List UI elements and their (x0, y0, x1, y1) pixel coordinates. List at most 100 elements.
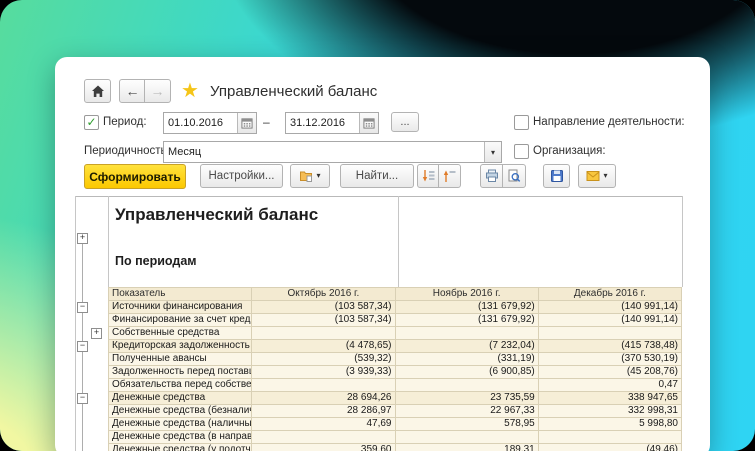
settings-button[interactable]: Настройки... (200, 164, 283, 188)
column-header[interactable]: Декабрь 2016 г. (537, 287, 683, 301)
table-row[interactable]: Обязательства перед собственными организ… (107, 378, 683, 392)
period-to-field (285, 112, 379, 134)
value-cell[interactable]: (370 530,19) (537, 352, 683, 366)
expand-group-button[interactable]: + (91, 328, 102, 339)
value-cell[interactable]: (4 478,65) (251, 339, 396, 353)
direction-checkbox[interactable] (514, 115, 529, 130)
column-header[interactable]: Ноябрь 2016 г. (394, 287, 539, 301)
row-label-cell[interactable]: Задолженность перед поставщиками (107, 365, 253, 379)
table-row[interactable]: Денежные средства (в направлениях) (107, 430, 683, 444)
period-from-calendar-button[interactable] (237, 113, 256, 133)
period-checkbox[interactable]: ✓ (84, 115, 99, 130)
table-row[interactable]: Источники финансирования (103 587,34) (131… (107, 300, 683, 314)
value-cell[interactable]: (331,19) (394, 352, 539, 366)
periodicity-dropdown-button[interactable]: ▾ (484, 142, 501, 162)
row-label-cell[interactable]: Денежные средства (в направлениях) (107, 430, 253, 444)
print-preview-button[interactable] (502, 164, 526, 188)
row-label-cell[interactable]: Денежные средства (безналичные) (107, 404, 253, 418)
back-button[interactable]: ← (119, 79, 146, 103)
table-row[interactable]: Денежные средства (наличные) 47,69 578,95 5… (107, 417, 683, 431)
forward-button[interactable]: → (144, 79, 171, 103)
value-cell[interactable]: 23 735,59 (394, 391, 539, 405)
table-row[interactable]: Кредиторская задолженность (4 478,65) (7 2… (107, 339, 683, 353)
value-cell[interactable] (537, 430, 683, 444)
value-cell[interactable]: 189,31 (394, 443, 539, 451)
value-cell[interactable]: (3 939,33) (251, 365, 396, 379)
value-cell[interactable]: (7 232,04) (394, 339, 539, 353)
row-label-cell[interactable]: Полученные авансы (107, 352, 253, 366)
value-cell[interactable]: 28 286,97 (251, 404, 396, 418)
value-cell[interactable] (251, 326, 396, 340)
favorite-star-icon[interactable]: ★ (181, 81, 199, 101)
column-header[interactable]: Показатель (107, 287, 253, 301)
value-cell[interactable] (394, 378, 539, 392)
value-cell[interactable]: 0,47 (537, 378, 683, 392)
value-cell[interactable]: 332 998,31 (537, 404, 683, 418)
table-row[interactable]: Финансирование за счет кредитов и займов… (107, 313, 683, 327)
table-row[interactable]: Полученные авансы (539,32) (331,19) (370 53… (107, 352, 683, 366)
value-cell[interactable] (394, 326, 539, 340)
value-cell[interactable]: 5 998,80 (537, 417, 683, 431)
table-row[interactable]: Задолженность перед поставщиками(3 939,3… (107, 365, 683, 379)
value-cell[interactable]: 578,95 (394, 417, 539, 431)
value-cell[interactable]: (6 900,85) (394, 365, 539, 379)
expand-groups-button[interactable] (438, 164, 461, 188)
row-label-cell[interactable]: Собственные средства (107, 326, 253, 340)
home-button[interactable] (84, 79, 111, 103)
period-to-input[interactable] (286, 113, 359, 133)
expand-report-button[interactable]: + (77, 233, 88, 244)
value-cell[interactable]: 359,60 (251, 443, 396, 451)
check-icon: ✓ (86, 114, 97, 129)
period-to-calendar-button[interactable] (359, 113, 378, 133)
value-cell[interactable]: (415 738,48) (537, 339, 683, 353)
report-variant-folder-icon (300, 171, 313, 182)
value-cell[interactable]: (140 991,14) (537, 313, 683, 327)
value-cell[interactable]: 28 694,26 (251, 391, 396, 405)
collapse-group-button[interactable]: − (77, 393, 88, 404)
value-cell[interactable] (537, 326, 683, 340)
value-cell[interactable]: 338 947,65 (537, 391, 683, 405)
print-button[interactable] (480, 164, 504, 188)
generate-button[interactable]: Сформировать (84, 164, 186, 189)
row-label-cell[interactable]: Кредиторская задолженность (107, 339, 253, 353)
report-variant-button[interactable]: ▾ (290, 164, 330, 188)
row-label-cell[interactable]: Денежные средства (107, 391, 253, 405)
report-title-column-border (398, 196, 399, 287)
value-cell[interactable]: (45 208,76) (537, 365, 683, 379)
period-more-button[interactable]: ... (391, 112, 419, 132)
row-label-cell[interactable]: Обязательства перед собственными организ… (107, 378, 253, 392)
value-cell[interactable] (251, 430, 396, 444)
value-cell[interactable]: (103 587,34) (251, 300, 396, 314)
table-row[interactable]: Денежные средства (безналичные)28 286,97… (107, 404, 683, 418)
period-dash: – (263, 115, 270, 129)
table-row[interactable]: Денежные средства 28 694,26 23 735,59 338 9… (107, 391, 683, 405)
row-label-cell[interactable]: Денежные средства (у подотчетных лиц) (107, 443, 253, 451)
row-label-cell[interactable]: Денежные средства (наличные) (107, 417, 253, 431)
value-cell[interactable]: (103 587,34) (251, 313, 396, 327)
table-row[interactable]: Собственные средства (107, 326, 683, 340)
value-cell[interactable] (394, 430, 539, 444)
collapse-groups-button[interactable] (417, 164, 440, 188)
row-label-cell[interactable]: Источники финансирования (107, 300, 253, 314)
table-row[interactable]: Денежные средства (у подотчетных лиц)359… (107, 443, 683, 451)
save-button[interactable] (543, 164, 570, 188)
organization-checkbox[interactable] (514, 144, 529, 159)
period-from-input[interactable] (164, 113, 237, 133)
organization-label: Организация: (533, 145, 606, 157)
collapse-group-button[interactable]: − (77, 341, 88, 352)
value-cell[interactable]: 47,69 (251, 417, 396, 431)
periodicity-input[interactable] (164, 142, 484, 162)
chevron-down-icon: ▾ (603, 171, 608, 180)
value-cell[interactable]: (49,46) (537, 443, 683, 451)
collapse-group-button[interactable]: − (77, 302, 88, 313)
value-cell[interactable]: 22 967,33 (394, 404, 539, 418)
value-cell[interactable]: (140 991,14) (537, 300, 683, 314)
column-header[interactable]: Октябрь 2016 г. (251, 287, 396, 301)
find-button[interactable]: Найти... (340, 164, 414, 188)
value-cell[interactable]: (131 679,92) (394, 313, 539, 327)
row-label-cell[interactable]: Финансирование за счет кредитов и займов (107, 313, 253, 327)
value-cell[interactable]: (539,32) (251, 352, 396, 366)
value-cell[interactable]: (131 679,92) (394, 300, 539, 314)
send-email-button[interactable]: ▾ (578, 164, 616, 188)
value-cell[interactable] (251, 378, 396, 392)
